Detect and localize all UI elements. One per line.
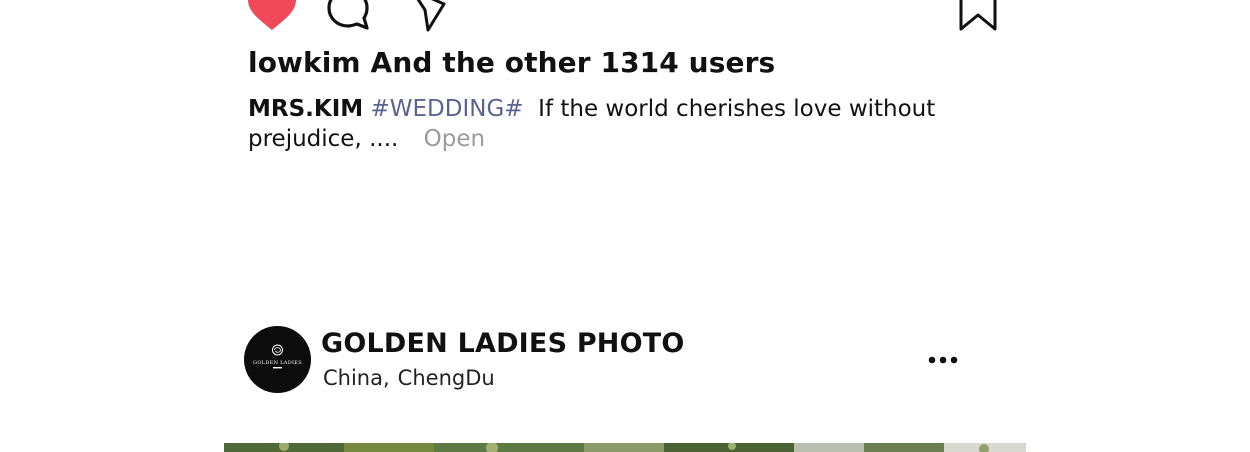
caption-author[interactable]: MRS.KIM: [248, 96, 363, 122]
location-city: ChengDu: [397, 366, 495, 390]
bookmark-icon[interactable]: [958, 0, 998, 32]
post-photo[interactable]: [224, 440, 1026, 452]
post-photo-preview: [224, 441, 1026, 452]
share-icon[interactable]: [408, 0, 448, 32]
heart-icon[interactable]: [246, 0, 298, 32]
avatar[interactable]: GOLDEN LADIES: [244, 326, 311, 393]
account-name[interactable]: GOLDEN LADIES PHOTO: [321, 328, 685, 359]
location-country: China,: [323, 366, 390, 390]
likes-summary[interactable]: lowkim And the other 1314 users: [248, 46, 775, 79]
caption-hashtag[interactable]: #WEDDING#: [370, 96, 523, 122]
post-location[interactable]: China, ChengDu: [323, 366, 495, 390]
more-icon[interactable]: [927, 352, 959, 368]
post-caption: MRS.KIM #WEDDING# If the world cherishes…: [248, 94, 948, 154]
comment-icon[interactable]: [325, 0, 371, 32]
avatar-brand-text: GOLDEN LADIES: [253, 360, 302, 366]
post-action-bar: [0, 0, 1250, 34]
post-header: GOLDEN LADIES GOLDEN LADIES PHOTO China,…: [244, 326, 964, 394]
open-caption-link[interactable]: Open: [424, 126, 485, 152]
